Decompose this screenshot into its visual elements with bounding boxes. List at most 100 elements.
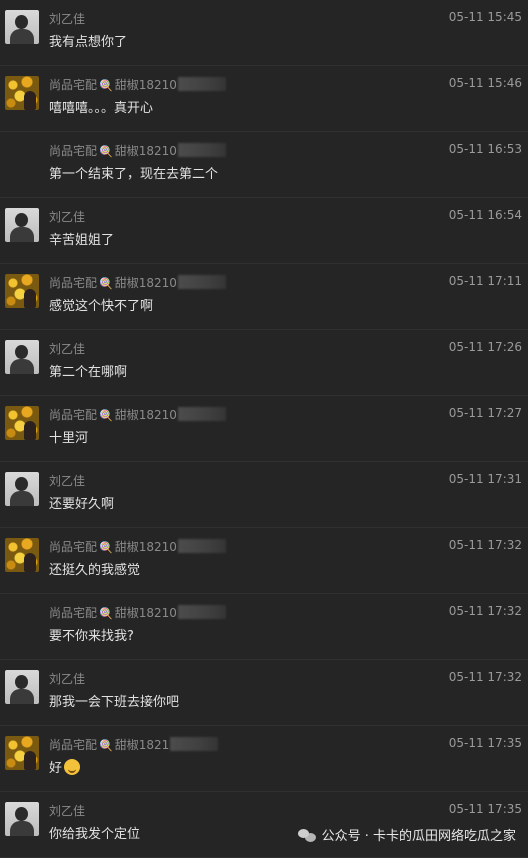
lollipop-icon: 🍭 (99, 79, 113, 92)
sender-label: 尚品宅配 (49, 738, 98, 752)
sender-label: 尚品宅配 (49, 606, 98, 620)
message-text-content: 还要好久啊 (49, 497, 115, 512)
sender-label: 尚品宅配 (49, 540, 98, 554)
smirk-emoji-icon (64, 759, 81, 775)
redaction-blur (177, 275, 226, 289)
message-text: 辛苦姐姐了 (49, 229, 114, 248)
sender-remark: 甜椒18210 (114, 276, 177, 290)
sender-label: 刘乙佳 (49, 12, 86, 26)
message-text: 感觉这个快不了啊 (49, 295, 153, 314)
message-item[interactable]: 刘乙佳 05-11 17:31 还要好久啊 (0, 462, 528, 528)
lollipop-icon: 🍭 (99, 739, 113, 752)
sender-name: 刘乙佳 (49, 472, 85, 489)
sender-remark: 甜椒18210 (114, 78, 177, 92)
message-time: 05-11 17:32 (448, 670, 522, 684)
message-text: 嘻嘻嘻。。。真开心 (49, 97, 153, 116)
message-text: 还要好久啊 (49, 493, 114, 512)
sender-name: 尚品宅配 🍭 甜椒18210 (49, 538, 226, 555)
message-time: 05-11 17:27 (448, 406, 522, 420)
sender-name: 刘乙佳 (49, 802, 85, 819)
sender-label: 刘乙佳 (49, 210, 86, 224)
message-item[interactable]: 尚品宅配 🍭 甜椒18210 05-11 17:32 要不你来找我? (0, 594, 528, 660)
message-item[interactable]: 尚品宅配 🍭 甜椒1821 05-11 17:35 好 (0, 726, 528, 792)
redaction-blur (177, 605, 226, 619)
sender-name: 尚品宅配 🍭 甜椒18210 (49, 76, 226, 93)
message-item[interactable]: 尚品宅配 🍭 甜椒18210 05-11 17:27 十里河 (0, 396, 528, 462)
redaction-blur (177, 407, 226, 421)
message-time: 05-11 15:46 (448, 76, 522, 90)
avatar[interactable] (5, 274, 39, 308)
sender-name: 刘乙佳 (49, 340, 85, 357)
message-time: 05-11 17:11 (448, 274, 522, 288)
sender-name: 尚品宅配 🍭 甜椒18210 (49, 406, 226, 423)
lollipop-icon: 🍭 (99, 607, 113, 620)
message-text: 第二个在哪啊 (49, 361, 127, 380)
message-time: 05-11 16:54 (448, 208, 522, 222)
message-item[interactable]: 刘乙佳 05-11 16:54 辛苦姐姐了 (0, 198, 528, 264)
lollipop-icon: 🍭 (99, 145, 113, 158)
avatar[interactable] (5, 76, 39, 110)
lollipop-icon: 🍭 (99, 277, 113, 290)
message-text-content: 还挺久的我感觉 (49, 563, 141, 578)
sender-label: 尚品宅配 (49, 144, 98, 158)
message-time: 05-11 16:53 (448, 142, 522, 156)
message-item[interactable]: 尚品宅配 🍭 甜椒18210 05-11 17:11 感觉这个快不了啊 (0, 264, 528, 330)
sender-label: 尚品宅配 (49, 408, 98, 422)
message-item[interactable]: 尚品宅配 🍭 甜椒18210 05-11 17:32 还挺久的我感觉 (0, 528, 528, 594)
redaction-blur (170, 737, 219, 751)
watermark-text: 公众号 · 卡卡的瓜田网络吃瓜之家 (321, 829, 516, 844)
avatar[interactable] (5, 538, 39, 572)
sender-label: 尚品宅配 (49, 78, 98, 92)
message-item[interactable]: 刘乙佳 05-11 15:45 我有点想你了 (0, 0, 528, 66)
sender-name: 尚品宅配 🍭 甜椒1821 (49, 736, 219, 753)
message-text-content: 那我一会下班去接你吧 (49, 695, 180, 710)
message-time: 05-11 17:35 (448, 802, 522, 816)
message-time: 05-11 17:31 (448, 472, 522, 486)
redaction-blur (177, 143, 226, 157)
message-text-content: 好 (49, 761, 63, 776)
redaction-blur (177, 539, 226, 553)
message-text-content: 我有点想你了 (49, 35, 128, 50)
message-text-content: 你给我发个定位 (49, 827, 141, 842)
avatar[interactable] (5, 10, 39, 44)
message-text: 第一个结束了，现在去第二个 (49, 163, 218, 182)
avatar[interactable] (5, 340, 39, 374)
sender-label: 尚品宅配 (49, 276, 98, 290)
sender-label: 刘乙佳 (49, 804, 86, 818)
message-text: 还挺久的我感觉 (49, 559, 140, 578)
avatar[interactable] (5, 736, 39, 770)
sender-remark: 甜椒18210 (114, 144, 177, 158)
message-text: 好 (49, 757, 81, 776)
avatar[interactable] (5, 472, 39, 506)
message-text-content: 辛苦姐姐了 (49, 233, 115, 248)
message-item[interactable]: 尚品宅配 🍭 甜椒18210 05-11 15:46 嘻嘻嘻。。。真开心 (0, 66, 528, 132)
redaction-blur (177, 77, 226, 91)
sender-name: 尚品宅配 🍭 甜椒18210 (49, 604, 226, 621)
watermark: 公众号 · 卡卡的瓜田网络吃瓜之家 (297, 825, 516, 844)
lollipop-icon: 🍭 (99, 409, 113, 422)
avatar[interactable] (5, 802, 39, 836)
message-time: 05-11 15:45 (448, 10, 522, 24)
sender-label: 刘乙佳 (49, 474, 86, 488)
avatar[interactable] (5, 406, 39, 440)
message-text-content: 嘻嘻嘻。。。真开心 (49, 101, 154, 116)
message-time: 05-11 17:26 (448, 340, 522, 354)
message-text-content: 第一个结束了，现在去第二个 (49, 167, 219, 182)
message-item[interactable]: 刘乙佳 05-11 17:26 第二个在哪啊 (0, 330, 528, 396)
message-time: 05-11 17:35 (448, 736, 522, 750)
message-item[interactable]: 刘乙佳 05-11 17:32 那我一会下班去接你吧 (0, 660, 528, 726)
chat-history-list: 刘乙佳 05-11 15:45 我有点想你了 尚品宅配 🍭 甜椒18210 05-11 15… (0, 0, 528, 858)
message-item[interactable]: 尚品宅配 🍭 甜椒18210 05-11 16:53 第一个结束了，现在去第二个 (0, 132, 528, 198)
avatar[interactable] (5, 670, 39, 704)
avatar[interactable] (5, 208, 39, 242)
message-text: 你给我发个定位 (49, 823, 140, 842)
message-text-content: 要不你来找我? (49, 629, 134, 644)
message-text: 要不你来找我? (49, 625, 134, 644)
message-text-content: 第二个在哪啊 (49, 365, 128, 380)
message-text: 我有点想你了 (49, 31, 127, 50)
message-text: 十里河 (49, 427, 88, 446)
message-text: 那我一会下班去接你吧 (49, 691, 179, 710)
sender-remark: 甜椒18210 (114, 408, 177, 422)
sender-remark: 甜椒1821 (114, 738, 170, 752)
lollipop-icon: 🍭 (99, 541, 113, 554)
